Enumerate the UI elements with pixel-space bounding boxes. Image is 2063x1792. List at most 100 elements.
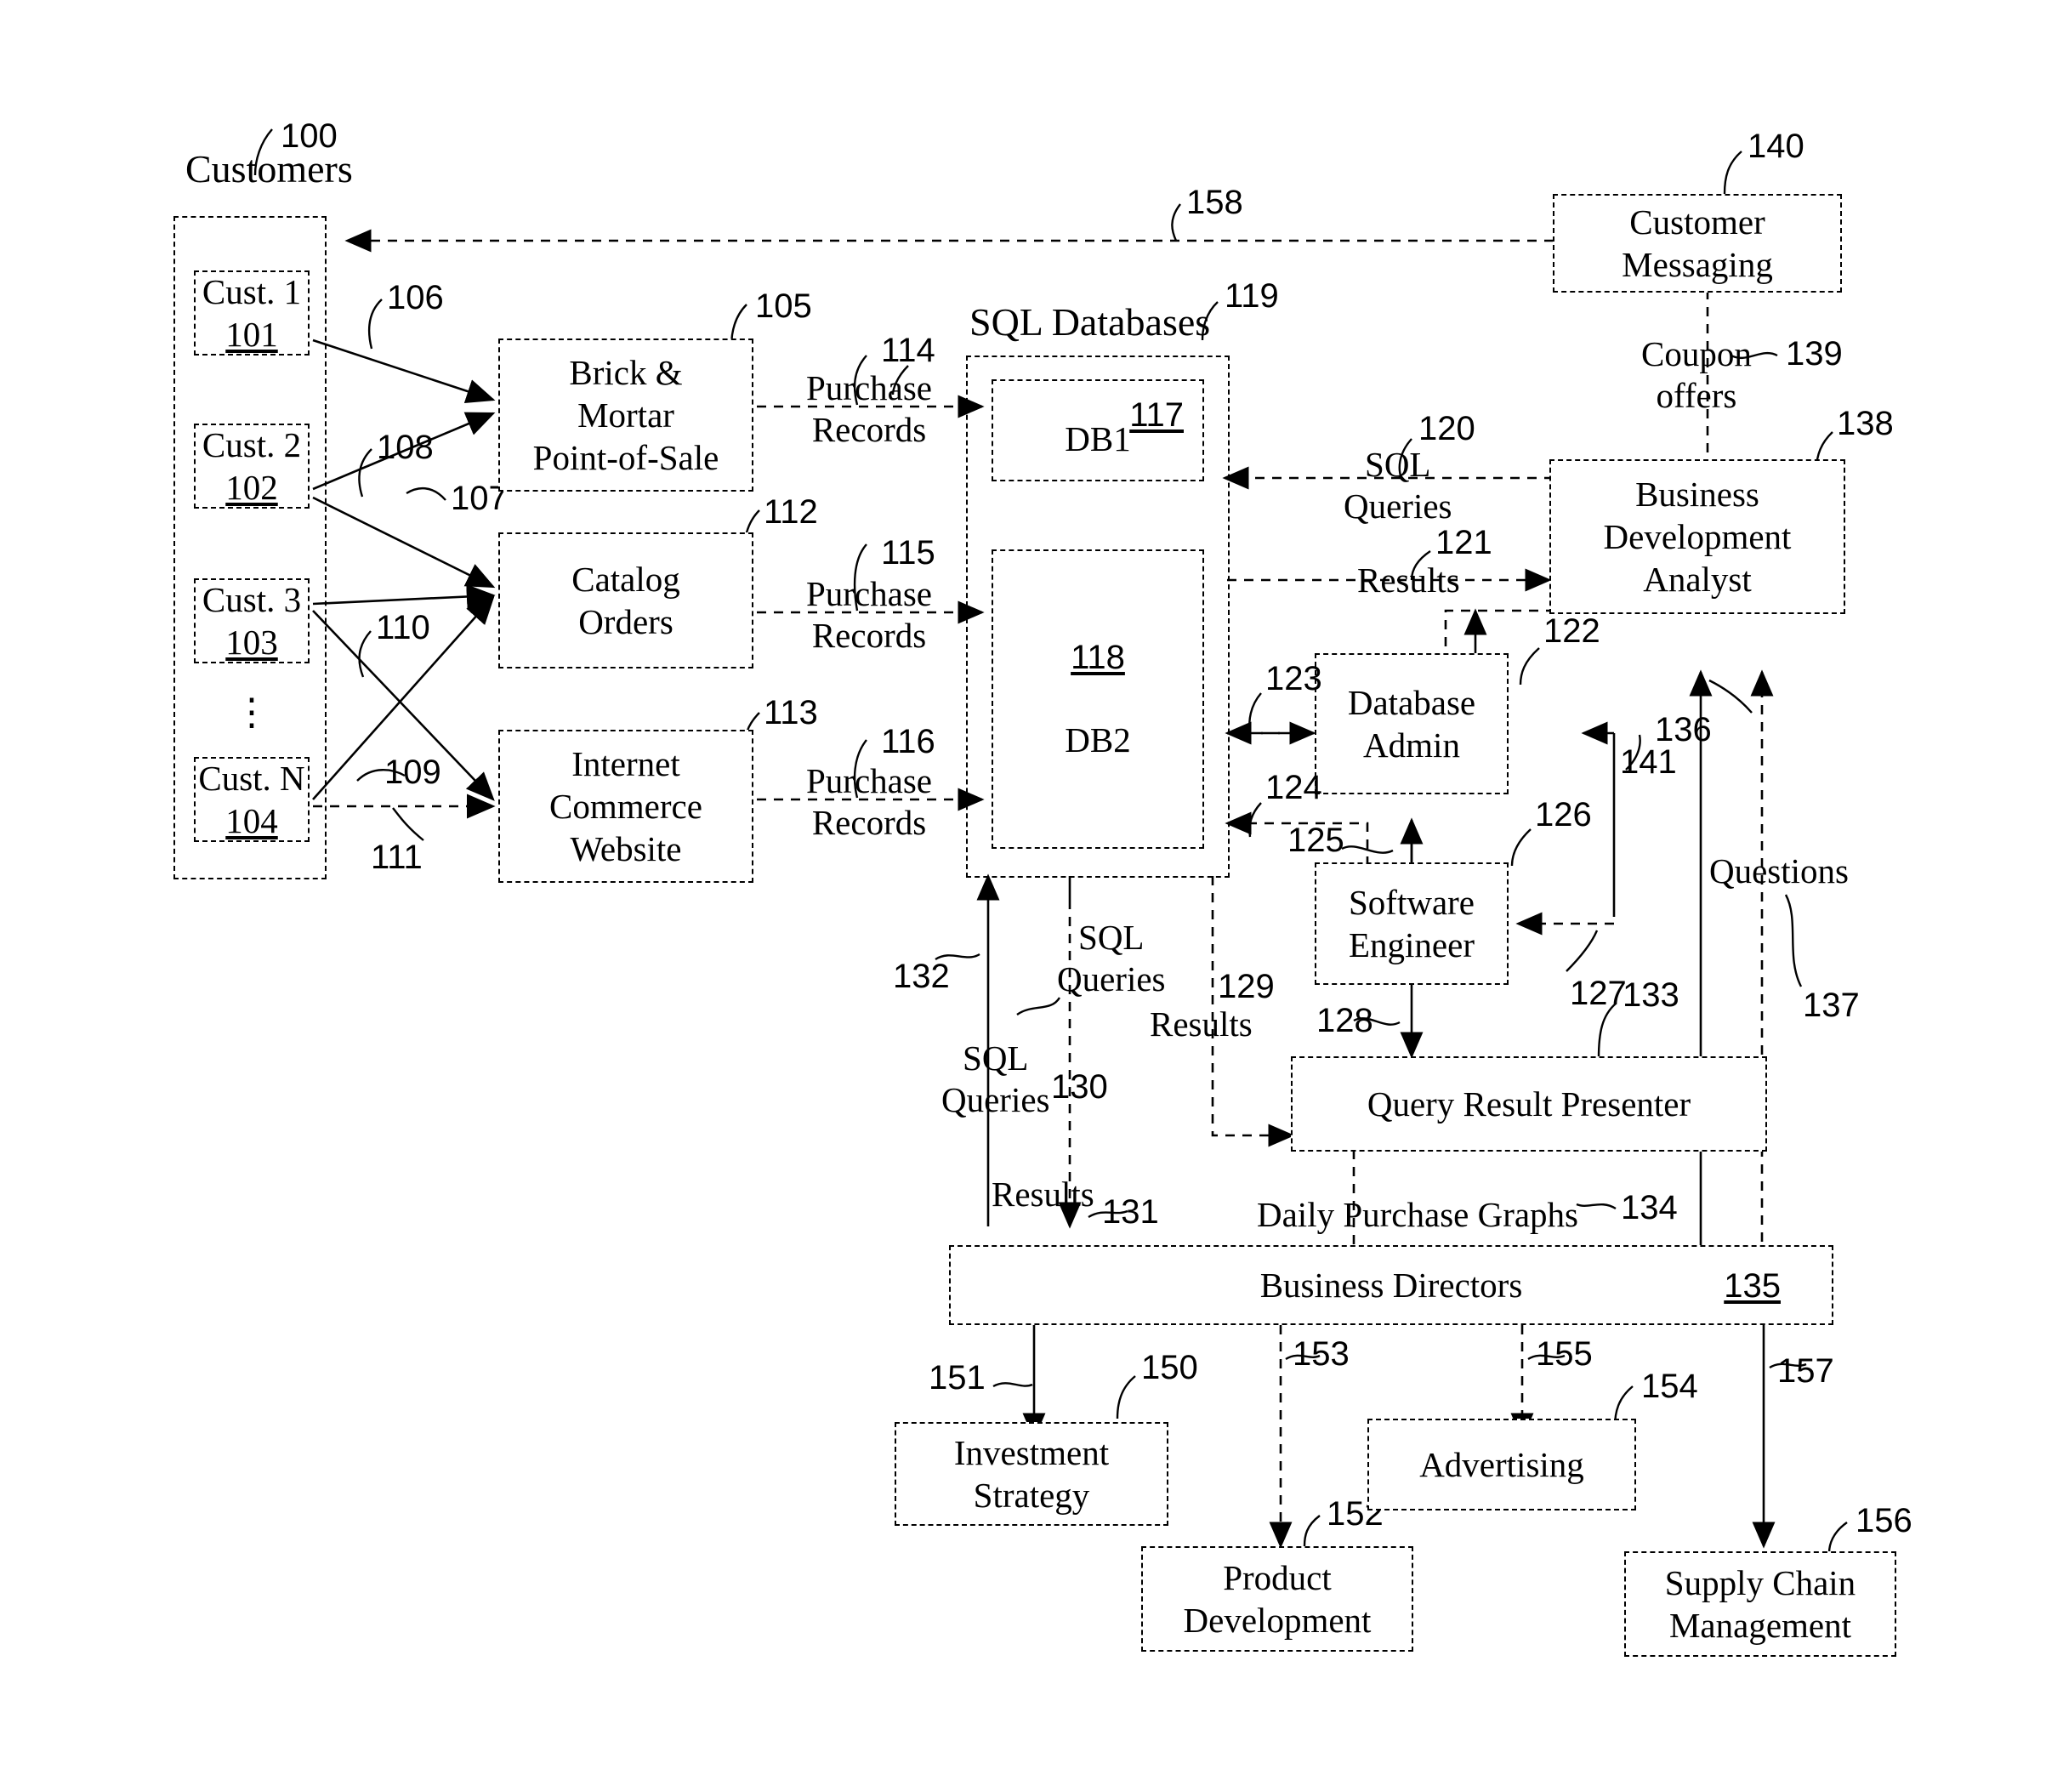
ref-137: 137 xyxy=(1803,987,1860,1024)
ref-104: 104 xyxy=(225,801,278,840)
ref-116: 116 xyxy=(881,723,935,760)
ref-155: 155 xyxy=(1536,1335,1593,1373)
ref-103: 103 xyxy=(225,623,278,662)
ref-112: 112 xyxy=(764,493,818,531)
channel-brick-mortar[interactable]: Brick & Mortar Point-of-Sale xyxy=(498,338,753,492)
ref-114: 114 xyxy=(881,332,935,369)
flow-coupon-offers: Coupon offers xyxy=(1641,334,1752,416)
flow-purchase-records-3: Purchase Records xyxy=(805,761,933,843)
actor-business-directors[interactable]: Business Directors 135 xyxy=(949,1245,1833,1325)
channel-catalog-orders-label: Catalog Orders xyxy=(571,559,680,641)
sql-databases-group-title: SQL Databases xyxy=(969,300,1211,344)
outcome-supply-chain-label: Supply Chain Management xyxy=(1664,1562,1856,1645)
ref-128: 128 xyxy=(1316,1002,1373,1039)
customer-3[interactable]: Cust. 3 103 xyxy=(194,578,310,663)
actor-bda-label: Business Development Analyst xyxy=(1603,474,1792,599)
ref-119: 119 xyxy=(1225,277,1279,315)
flow-results-left: Results xyxy=(992,1175,1094,1214)
ref-101: 101 xyxy=(225,315,278,354)
actor-customer-messaging[interactable]: Customer Messaging xyxy=(1553,194,1842,293)
channel-internet-commerce[interactable]: Internet Commerce Website xyxy=(498,730,753,883)
actor-customer-messaging-label: Customer Messaging xyxy=(1622,202,1773,284)
ref-158: 158 xyxy=(1186,184,1243,221)
actor-database-admin-label: Database Admin xyxy=(1347,682,1476,765)
flow-sql-queries-center: SQL Queries xyxy=(1057,918,1166,999)
outcome-advertising-label: Advertising xyxy=(1419,1444,1584,1484)
outcome-supply-chain-management[interactable]: Supply Chain Management xyxy=(1624,1551,1896,1657)
actor-business-development-analyst[interactable]: Business Development Analyst xyxy=(1549,459,1845,614)
channel-catalog-orders[interactable]: Catalog Orders xyxy=(498,532,753,668)
ref-157: 157 xyxy=(1777,1352,1834,1390)
actor-qrp-label: Query Result Presenter xyxy=(1367,1084,1691,1124)
ref-121: 121 xyxy=(1435,524,1492,561)
ref-102: 102 xyxy=(225,468,278,507)
ref-110: 110 xyxy=(376,609,430,646)
ref-111: 111 xyxy=(371,839,423,876)
ref-153: 153 xyxy=(1293,1335,1350,1373)
ref-113: 113 xyxy=(764,694,818,731)
ref-156: 156 xyxy=(1856,1502,1912,1539)
patent-figure-canvas: Customers 100 SQL Databases 119 Cust. 1 … xyxy=(0,0,2063,1792)
database-db2-label: DB2 xyxy=(1065,720,1131,760)
customer-2[interactable]: Cust. 2 102 xyxy=(194,424,310,509)
ref-105: 105 xyxy=(755,287,812,325)
ref-134: 134 xyxy=(1621,1189,1678,1226)
flow-sql-queries-bda: SQL Queries xyxy=(1344,445,1452,526)
ref-125: 125 xyxy=(1287,822,1344,859)
ref-133: 133 xyxy=(1623,976,1679,1014)
outcome-investment-strategy[interactable]: Investment Strategy xyxy=(895,1422,1168,1526)
channel-brick-mortar-label: Brick & Mortar Point-of-Sale xyxy=(532,352,719,477)
customer-n-label: Cust. N xyxy=(198,758,305,798)
ref-122: 122 xyxy=(1543,612,1600,650)
ref-124: 124 xyxy=(1265,769,1322,806)
customer-3-label: Cust. 3 xyxy=(202,579,302,619)
channel-internet-commerce-label: Internet Commerce Website xyxy=(549,743,702,868)
outcome-product-development[interactable]: Product Development xyxy=(1141,1546,1413,1652)
database-db1[interactable]: DB1 117 xyxy=(992,379,1204,481)
customer-1-label: Cust. 1 xyxy=(202,271,302,311)
database-db2[interactable]: 118 DB2 xyxy=(992,549,1204,849)
ref-139: 139 xyxy=(1786,335,1843,373)
actor-business-directors-label: Business Directors xyxy=(1259,1265,1523,1305)
ref-150: 150 xyxy=(1141,1349,1198,1386)
outcome-advertising[interactable]: Advertising xyxy=(1367,1419,1636,1510)
ref-115: 115 xyxy=(881,534,935,572)
outcome-investment-strategy-label: Investment Strategy xyxy=(953,1432,1110,1515)
flow-questions: Questions xyxy=(1709,851,1849,890)
ref-118: 118 xyxy=(1071,638,1125,676)
ref-132: 132 xyxy=(893,958,950,995)
customer-2-label: Cust. 2 xyxy=(202,424,302,464)
actor-database-admin[interactable]: Database Admin xyxy=(1315,653,1509,794)
ref-109: 109 xyxy=(384,754,441,791)
ref-138: 138 xyxy=(1837,405,1894,442)
ref-130: 130 xyxy=(1051,1068,1108,1106)
customers-ellipsis: ⋮ xyxy=(233,691,270,733)
customer-1[interactable]: Cust. 1 101 xyxy=(194,270,310,356)
ref-100: 100 xyxy=(281,117,338,155)
flow-results-bda: Results xyxy=(1357,560,1460,600)
ref-106: 106 xyxy=(387,279,444,316)
outcome-product-development-label: Product Development xyxy=(1183,1557,1372,1640)
ref-151: 151 xyxy=(929,1359,986,1397)
flow-sql-queries-left: SQL Queries xyxy=(941,1038,1050,1120)
ref-131: 131 xyxy=(1102,1193,1159,1231)
ref-129: 129 xyxy=(1218,968,1275,1005)
flow-purchase-records-2: Purchase Records xyxy=(805,574,933,656)
actor-software-engineer-label: Software Engineer xyxy=(1348,882,1475,964)
ref-108: 108 xyxy=(377,429,434,466)
ref-126: 126 xyxy=(1535,796,1592,833)
customer-n[interactable]: Cust. N 104 xyxy=(194,757,310,842)
ref-141: 141 xyxy=(1620,743,1677,781)
flow-purchase-records-1: Purchase Records xyxy=(805,368,933,450)
flow-daily-purchase-graphs: Daily Purchase Graphs xyxy=(1257,1195,1579,1234)
ref-117: 117 xyxy=(1129,396,1184,434)
database-db1-label: DB1 xyxy=(1065,418,1131,458)
actor-query-result-presenter[interactable]: Query Result Presenter xyxy=(1291,1056,1767,1152)
ref-154: 154 xyxy=(1641,1368,1698,1405)
ref-136: 136 xyxy=(1655,711,1712,748)
actor-software-engineer[interactable]: Software Engineer xyxy=(1315,862,1509,985)
ref-123: 123 xyxy=(1265,660,1322,697)
ref-120: 120 xyxy=(1418,410,1475,447)
flow-results-center: Results xyxy=(1150,1004,1253,1044)
ref-127: 127 xyxy=(1570,975,1627,1012)
